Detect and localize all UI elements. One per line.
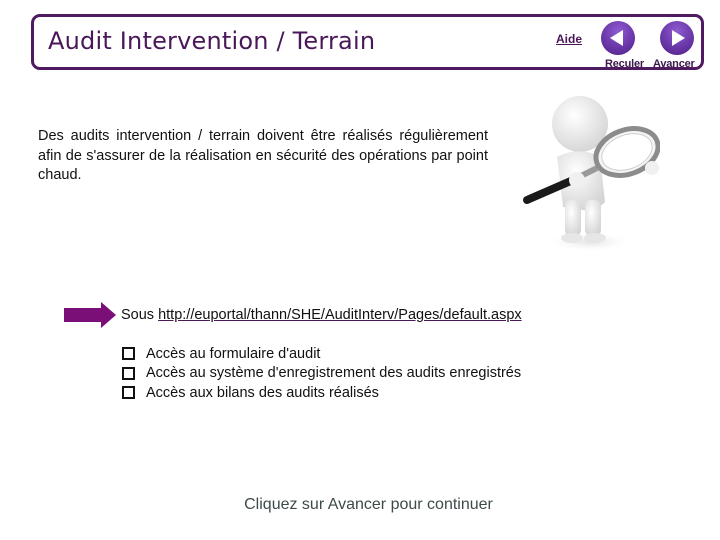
arrow-right-icon: [64, 302, 116, 328]
list-item-text: Accès aux bilans des audits réalisés: [146, 384, 379, 401]
access-list: Accès au formulaire d'audit Accès au sys…: [121, 344, 521, 403]
checkbox-bullet-icon: [122, 347, 135, 361]
page-title: Audit Intervention / Terrain: [48, 27, 376, 55]
continue-instruction: Cliquez sur Avancer pour continuer: [244, 496, 493, 513]
checkbox-bullet-icon: [122, 366, 135, 380]
list-item: Accès au système d'enregistrement des au…: [121, 364, 521, 384]
intro-paragraph: Des audits intervention / terrain doiven…: [38, 128, 488, 183]
help-link[interactable]: Aide: [556, 32, 582, 46]
back-label[interactable]: Reculer: [605, 58, 644, 70]
list-item-text: Accès au système d'enregistrement des au…: [146, 365, 522, 382]
triangle-left-icon: [610, 30, 623, 46]
location-line: Sous http://euportal/thann/SHE/AuditInte…: [121, 307, 522, 323]
forward-label[interactable]: Avancer: [653, 58, 695, 70]
list-item: Accès aux bilans des audits réalisés: [121, 383, 521, 403]
checkbox-bullet-icon: [122, 386, 135, 400]
list-item-text: Accès au formulaire d'audit: [146, 345, 321, 362]
magnifier-figure-illustration: [515, 82, 661, 257]
portal-link[interactable]: http://euportal/thann/SHE/AuditInterv/Pa…: [158, 307, 522, 323]
list-item: Accès au formulaire d'audit: [121, 344, 521, 364]
location-prefix: Sous: [121, 307, 155, 323]
triangle-right-icon: [672, 30, 685, 46]
back-button[interactable]: [601, 21, 635, 55]
forward-button[interactable]: [660, 21, 694, 55]
